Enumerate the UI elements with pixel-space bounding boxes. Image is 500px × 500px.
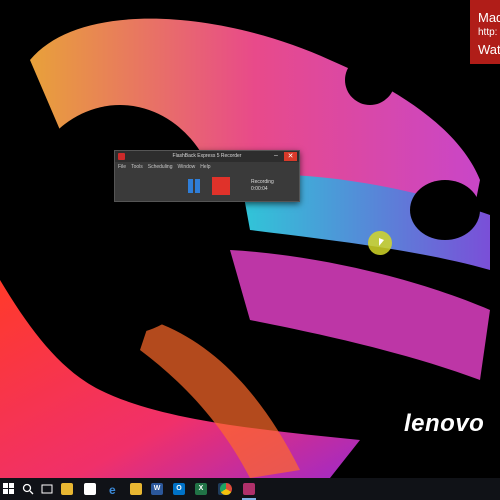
overlay-caption-box: Mad http: Wat <box>470 0 500 64</box>
overlay-caption-line-2: http: <box>478 27 498 38</box>
edge-icon[interactable]: e <box>108 483 120 497</box>
excel-icon[interactable]: X <box>195 483 207 495</box>
search-icon[interactable] <box>22 483 34 495</box>
recording-label: Recording <box>251 179 274 185</box>
outlook-icon[interactable]: O <box>173 483 185 495</box>
flashback-recorder-icon[interactable] <box>243 483 255 495</box>
close-button[interactable]: ✕ <box>284 152 297 161</box>
recording-elapsed-time: 0:00:04 <box>251 186 268 192</box>
store-icon[interactable] <box>84 483 96 495</box>
file-explorer-icon[interactable] <box>61 483 73 495</box>
pause-icon <box>188 179 193 193</box>
stop-button[interactable] <box>212 177 230 195</box>
svg-text:e: e <box>109 483 116 495</box>
menu-help[interactable]: Help <box>200 164 210 172</box>
menu-tools[interactable]: Tools <box>131 164 143 172</box>
menu-file[interactable]: File <box>118 164 126 172</box>
desktop: lenovo Mad http: Wat FlashBack Express 5… <box>0 0 500 478</box>
minimize-button[interactable]: – <box>271 152 281 160</box>
recording-status: Recording 0:00:04 <box>251 179 274 193</box>
recorder-window[interactable]: FlashBack Express 5 Recorder – ✕ File To… <box>114 150 300 202</box>
task-view-icon[interactable] <box>41 483 53 495</box>
menu-scheduling[interactable]: Scheduling <box>148 164 173 172</box>
overlay-caption-line-3: Wat <box>478 42 500 57</box>
recorder-titlebar[interactable]: FlashBack Express 5 Recorder – ✕ <box>115 151 299 162</box>
taskbar: e W O X <box>0 478 500 500</box>
mouse-pointer-icon <box>379 238 384 246</box>
recorder-menubar: File Tools Scheduling Window Help <box>118 164 211 172</box>
menu-window[interactable]: Window <box>178 164 196 172</box>
pause-icon-bar <box>195 179 200 193</box>
overlay-caption-line-1: Mad <box>478 10 500 25</box>
chrome-icon[interactable] <box>220 483 232 495</box>
lenovo-wallpaper-logo: lenovo <box>404 410 485 437</box>
start-windows-icon[interactable] <box>3 483 15 495</box>
word-icon[interactable]: W <box>151 483 163 495</box>
folder-icon[interactable] <box>130 483 142 495</box>
pause-button[interactable] <box>185 177 203 195</box>
wallpaper <box>0 18 500 478</box>
